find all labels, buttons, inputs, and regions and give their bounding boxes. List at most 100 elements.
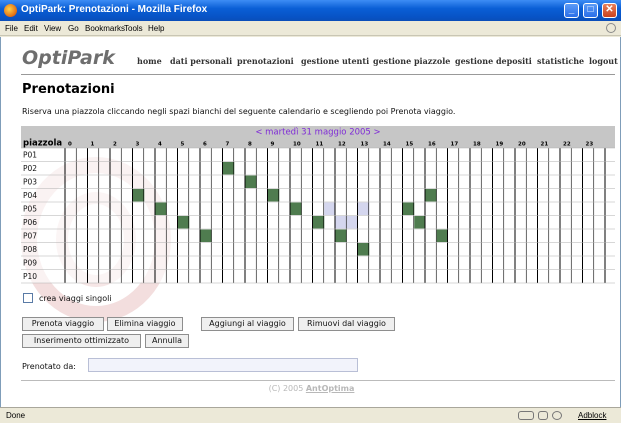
spot-label-P03: P03 [23, 178, 37, 187]
status-bar: Done Adblock [0, 407, 621, 423]
adblock-button[interactable]: Adblock [578, 411, 606, 420]
hour-header-7: 7 [226, 142, 230, 148]
menu-help[interactable]: Help [148, 24, 164, 33]
maximize-button[interactable]: □ [583, 3, 598, 18]
elimina-viaggio-button[interactable]: Elimina viaggio [107, 317, 183, 331]
menu-tools[interactable]: Tools [124, 24, 143, 33]
hour-header-1: 1 [91, 142, 95, 148]
hour-header-19: 19 [496, 142, 504, 148]
nav-gestione-depositi[interactable]: gestione depositi [455, 56, 532, 66]
single-trips-checkbox[interactable] [23, 293, 33, 303]
booked-slot[interactable] [200, 229, 212, 243]
page-content: OptiPark home dati personali prenotazion… [0, 37, 621, 407]
hour-header-8: 8 [248, 142, 252, 148]
hour-header-20: 20 [518, 142, 526, 148]
hour-header-16: 16 [428, 142, 436, 148]
prenota-viaggio-button[interactable]: Prenota viaggio [22, 317, 104, 331]
hour-header-10: 10 [293, 142, 301, 148]
booked-slot[interactable] [335, 229, 347, 243]
booked-slot[interactable] [223, 162, 235, 175]
single-trips-label: crea viaggi singoli [39, 294, 112, 303]
page-description: Riserva una piazzola cliccando negli spa… [22, 107, 456, 116]
hour-header-13: 13 [361, 142, 369, 148]
rimuovi-viaggio-button[interactable]: Rimuovi dal viaggio [298, 317, 395, 331]
footer-copyright: (C) 2005 [268, 384, 304, 393]
hour-header-3: 3 [136, 142, 140, 148]
firefox-icon [4, 4, 17, 17]
nav-prenotazioni[interactable]: prenotazioni [237, 56, 294, 66]
menu-bar: File Edit View Go Bookmarks Tools Help [0, 21, 621, 36]
footer-company-link[interactable]: AntOptima [306, 384, 355, 393]
nav-statistiche[interactable]: statistiche [537, 56, 584, 66]
annulla-button[interactable]: Annulla [145, 334, 189, 348]
selected-slot[interactable] [358, 202, 370, 216]
nav-gestione-piazzole[interactable]: gestione piazzole [373, 56, 450, 66]
booked-slot[interactable] [425, 189, 437, 202]
spot-label-P06: P06 [23, 218, 37, 227]
menu-file[interactable]: File [5, 24, 18, 33]
spot-label-P05: P05 [23, 205, 37, 214]
calendar-date-label[interactable]: < martedì 31 maggio 2005 > [255, 128, 380, 138]
booked-slot[interactable] [178, 216, 190, 229]
hour-header-23: 23 [586, 142, 594, 148]
connection-icon [518, 411, 534, 420]
hour-header-5: 5 [181, 142, 185, 148]
close-button[interactable]: ✕ [602, 3, 617, 18]
nav-dati-personali[interactable]: dati personali [170, 56, 232, 66]
globe-icon [552, 411, 562, 420]
booked-slot[interactable] [414, 216, 426, 229]
hour-header-15: 15 [406, 142, 414, 148]
spot-label-P08: P08 [23, 245, 37, 254]
hour-header-4: 4 [158, 142, 162, 148]
hour-header-12: 12 [338, 142, 346, 148]
booked-slot[interactable] [133, 189, 145, 202]
nav-home[interactable]: home [137, 56, 162, 66]
hour-header-18: 18 [473, 142, 481, 148]
hour-header-2: 2 [113, 142, 117, 148]
site-logo[interactable]: OptiPark [22, 47, 115, 69]
selected-slot[interactable] [324, 202, 336, 216]
spot-label-P09: P09 [23, 259, 37, 268]
nav-gestione-utenti[interactable]: gestione utenti [301, 56, 369, 66]
menu-go[interactable]: Go [68, 24, 79, 33]
hour-header-22: 22 [563, 142, 571, 148]
booked-slot[interactable] [358, 243, 370, 256]
booked-slot[interactable] [155, 202, 167, 216]
footer: (C) 2005 AntOptima [1, 384, 620, 393]
aggiungi-viaggio-button[interactable]: Aggiungi al viaggio [201, 317, 294, 331]
nav-divider [21, 74, 615, 75]
booking-calendar: < martedì 31 maggio 2005 > piazzola 0 1 2 3 4 5… [21, 126, 615, 284]
selected-slot[interactable] [335, 216, 347, 229]
page-title: Prenotazioni [22, 82, 115, 97]
booked-slot[interactable] [313, 216, 325, 229]
menu-bookmarks[interactable]: Bookmarks [85, 24, 125, 33]
menu-view[interactable]: View [44, 24, 61, 33]
booked-slot[interactable] [245, 175, 257, 189]
page-icon [538, 411, 548, 420]
booked-slot[interactable] [290, 202, 302, 216]
minimize-button[interactable]: _ [564, 3, 579, 18]
throbber-icon [606, 23, 616, 33]
hour-header-0: 0 [68, 142, 72, 148]
calendar-grid[interactable]: < martedì 31 maggio 2005 >piazzola 0 1 2 3 4 5… [21, 126, 615, 284]
hour-header-17: 17 [451, 142, 459, 148]
inserimento-ottimizzato-button[interactable]: Inserimento ottimizzato [22, 334, 141, 348]
menu-edit[interactable]: Edit [24, 24, 38, 33]
hour-header-9: 9 [271, 142, 275, 148]
booked-slot[interactable] [268, 189, 280, 202]
booked-slot[interactable] [436, 229, 448, 243]
spot-label-P04: P04 [23, 191, 37, 200]
prenotato-da-input[interactable] [88, 358, 358, 372]
hour-header-11: 11 [316, 142, 324, 148]
nav-logout[interactable]: logout [589, 56, 618, 66]
spot-label-P07: P07 [23, 232, 37, 241]
hour-header-21: 21 [541, 142, 549, 148]
spot-label-P02: P02 [23, 164, 37, 173]
prenotato-da-label: Prenotato da: [22, 362, 76, 371]
hour-header-6: 6 [203, 142, 207, 148]
footer-divider [21, 380, 615, 381]
selected-slot[interactable] [346, 216, 358, 229]
booked-slot[interactable] [403, 202, 415, 216]
window-titlebar: OptiPark: Prenotazioni - Mozilla Firefox… [0, 0, 621, 21]
spot-label-P01: P01 [23, 151, 37, 160]
